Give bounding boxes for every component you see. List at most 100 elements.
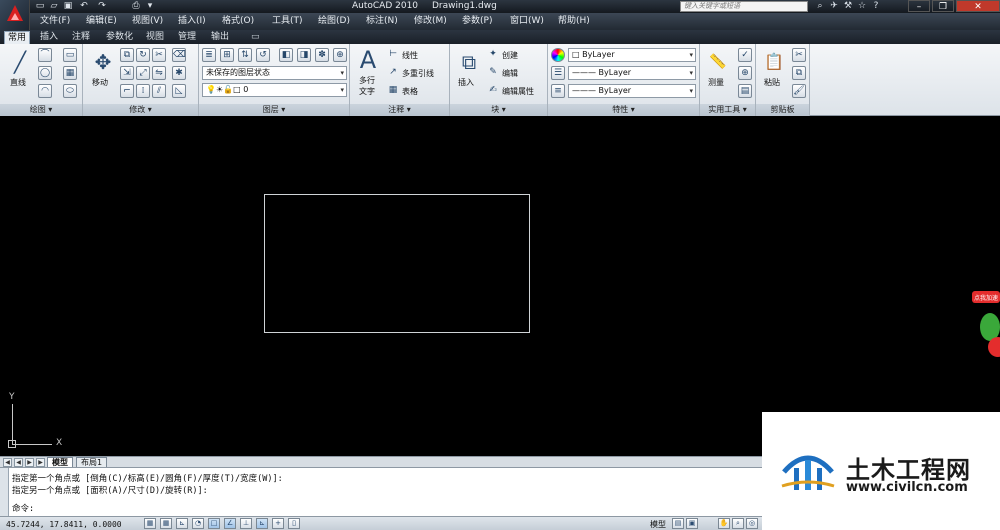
layer-states-icon[interactable]: ⊞ <box>220 48 234 62</box>
redo-icon[interactable]: ↷ <box>96 1 108 12</box>
chamfer-icon[interactable]: ◺ <box>172 84 186 98</box>
menu-help[interactable]: 帮助(H) <box>558 13 590 30</box>
stretch-icon[interactable]: ⇲ <box>120 66 134 80</box>
table-label[interactable]: 表格 <box>402 86 418 97</box>
layer-freeze-icon[interactable]: ✽ <box>315 48 329 62</box>
open-file-icon[interactable]: ▱ <box>48 1 60 12</box>
minimize-button[interactable]: – <box>908 0 930 12</box>
prev-tab-icon[interactable]: ◀ <box>14 458 23 467</box>
ortho-mode-icon[interactable]: ⊾ <box>176 518 188 529</box>
modify-panel-title[interactable]: 修改 ▾ <box>83 104 198 116</box>
first-tab-icon[interactable]: ◀ <box>3 458 12 467</box>
autocad-logo-icon[interactable] <box>0 0 30 30</box>
mleader-icon[interactable]: ↗ <box>386 66 400 80</box>
drawn-rectangle[interactable] <box>264 194 530 333</box>
speed-boost-ad-icon[interactable]: 点我加速 <box>968 285 1000 365</box>
coordinate-readout[interactable]: 45.7244, 17.8411, 0.0000 <box>6 518 122 530</box>
tab-home[interactable]: 常用 <box>4 31 31 44</box>
draw-panel-title[interactable]: 绘图 ▾ <box>0 104 82 116</box>
last-tab-icon[interactable]: ▶ <box>36 458 45 467</box>
menu-view[interactable]: 视图(V) <box>132 13 163 30</box>
menu-parametric[interactable]: 参数(P) <box>462 13 492 30</box>
tab-insert[interactable]: 插入 <box>37 31 61 44</box>
copy-icon[interactable]: ⧉ <box>120 48 134 62</box>
layers-panel-title[interactable]: 图层 ▾ <box>199 104 349 116</box>
linear-dim-icon[interactable]: ⊢ <box>386 48 400 62</box>
layout-quickview-icon[interactable]: ▤ <box>672 518 684 529</box>
fillet-icon[interactable]: ⌐ <box>120 84 134 98</box>
utilities-panel-title[interactable]: 实用工具 ▾ <box>700 104 755 116</box>
block-panel-title[interactable]: 块 ▾ <box>450 104 547 116</box>
communication-center-icon[interactable]: ✈ <box>828 1 840 12</box>
rotate-icon[interactable]: ↻ <box>136 48 150 62</box>
layer-lock-icon[interactable]: ⊕ <box>333 48 347 62</box>
insert-block-label[interactable]: 插入 <box>458 77 474 88</box>
annotation-panel-title[interactable]: 注释 ▾ <box>350 104 449 116</box>
restore-button[interactable]: ❐ <box>932 0 954 12</box>
snap-mode-icon[interactable]: ▦ <box>144 518 156 529</box>
tab-view[interactable]: 视图 <box>143 31 167 44</box>
mtext-label-2[interactable]: 文字 <box>359 86 375 97</box>
linetype-icon[interactable]: ☰ <box>551 66 565 80</box>
menu-draw[interactable]: 绘图(D) <box>318 13 350 30</box>
linetype-dropdown[interactable]: ——— ByLayer ▾ <box>568 66 696 80</box>
calculator-icon[interactable]: ▤ <box>738 84 752 98</box>
menu-edit[interactable]: 编辑(E) <box>86 13 117 30</box>
drawing-canvas[interactable]: Y X 点我加速 <box>0 117 1000 456</box>
layer-dropdown[interactable]: 💡☀🔓□ 0 ▾ <box>202 83 347 97</box>
menu-file[interactable]: 文件(F) <box>40 13 70 30</box>
trim-icon[interactable]: ✂ <box>152 48 166 62</box>
mirror-icon[interactable]: ⇋ <box>152 66 166 80</box>
explode-icon[interactable]: ✱ <box>172 66 186 80</box>
copy-clip-icon[interactable]: ⧉ <box>792 66 806 80</box>
tools-icon[interactable]: ⚒ <box>842 1 854 12</box>
object-snap-icon[interactable]: □ <box>208 518 220 529</box>
menu-insert[interactable]: 插入(I) <box>178 13 206 30</box>
create-block-icon[interactable]: ✦ <box>486 48 500 62</box>
model-space-label[interactable]: 模型 <box>650 519 666 530</box>
rectangle-icon[interactable]: ▭ <box>63 48 77 62</box>
dynamic-input-icon[interactable]: ⊾ <box>256 518 268 529</box>
offset-icon[interactable]: ⫽ <box>152 84 166 98</box>
layer-match-icon[interactable]: ⇅ <box>238 48 252 62</box>
tab-manage[interactable]: 管理 <box>175 31 199 44</box>
mleader-label[interactable]: 多重引线 <box>402 68 434 79</box>
edit-attribute-label[interactable]: 编辑属性 <box>502 86 534 97</box>
menu-tools[interactable]: 工具(T) <box>272 13 303 30</box>
ducs-icon[interactable]: ⊥ <box>240 518 252 529</box>
arc-icon[interactable]: ◠ <box>38 84 52 98</box>
quick-properties-icon[interactable]: ▯ <box>288 518 300 529</box>
lineweight-dropdown[interactable]: ——— ByLayer ▾ <box>568 84 696 98</box>
favorites-icon[interactable]: ☆ <box>856 1 868 12</box>
cut-icon[interactable]: ✂ <box>792 48 806 62</box>
lineweight-toggle-icon[interactable]: + <box>272 518 284 529</box>
menu-modify[interactable]: 修改(M) <box>414 13 447 30</box>
line-icon[interactable]: ╱ <box>6 48 34 76</box>
clipboard-panel-title[interactable]: 剪贴板 <box>756 104 809 116</box>
match-properties-icon[interactable]: 🖌 <box>792 84 806 98</box>
search-icon[interactable]: ⌕ <box>814 1 826 12</box>
line-button-label[interactable]: 直线 <box>10 77 26 88</box>
id-point-icon[interactable]: ⊕ <box>738 66 752 80</box>
quick-select-icon[interactable]: ✓ <box>738 48 752 62</box>
circle-icon[interactable]: ◯ <box>38 66 52 80</box>
plot-icon[interactable]: ⎙ <box>130 1 142 12</box>
ellipse-icon[interactable]: ⬭ <box>63 84 77 98</box>
close-button[interactable]: ✕ <box>956 0 1000 12</box>
edit-attribute-icon[interactable]: ✍ <box>486 84 500 98</box>
undo-icon[interactable]: ↶ <box>78 1 90 12</box>
paste-icon[interactable]: 📋 <box>760 48 788 76</box>
layer-properties-icon[interactable]: ≣ <box>202 48 216 62</box>
properties-panel-title[interactable]: 特性 ▾ <box>548 104 699 116</box>
pan-icon[interactable]: ✋ <box>718 518 730 529</box>
measure-label[interactable]: 测量 <box>708 77 724 88</box>
polar-tracking-icon[interactable]: ◔ <box>192 518 204 529</box>
measure-icon[interactable]: 📏 <box>704 48 732 76</box>
move-button-label[interactable]: 移动 <box>92 77 108 88</box>
create-block-label[interactable]: 创建 <box>502 50 518 61</box>
menu-dimension[interactable]: 标注(N) <box>366 13 398 30</box>
move-icon[interactable]: ✥ <box>89 48 117 76</box>
grid-display-icon[interactable]: ▦ <box>160 518 172 529</box>
command-prompt[interactable]: 命令: <box>12 502 34 514</box>
menu-format[interactable]: 格式(O) <box>222 13 254 30</box>
